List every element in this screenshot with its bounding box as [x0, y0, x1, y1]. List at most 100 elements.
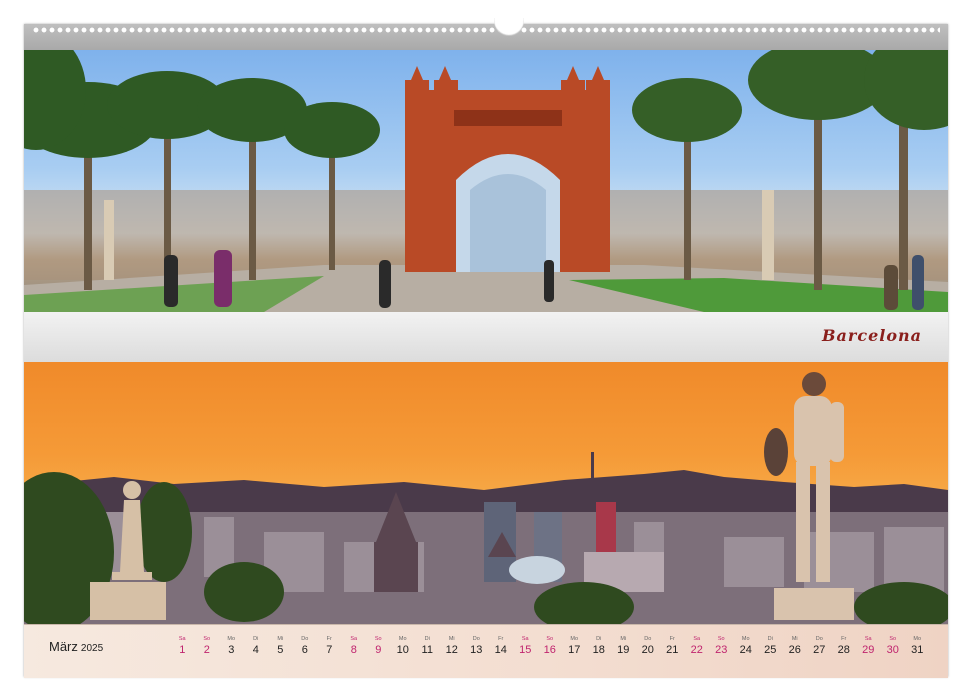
- day-of-week: Di: [596, 636, 602, 642]
- day-of-week: Mo: [398, 636, 407, 642]
- day-cell: Mi 12: [440, 635, 465, 665]
- day-number: 18: [592, 644, 605, 656]
- day-cell: So 9: [366, 635, 391, 665]
- day-of-week: Mi: [277, 636, 284, 642]
- day-of-week: Sa: [350, 636, 358, 642]
- day-cell: Do 27: [807, 635, 832, 665]
- day-of-week: Fr: [841, 636, 847, 642]
- day-cell: Mo 24: [734, 635, 759, 665]
- day-cell: Do 6: [293, 635, 318, 665]
- city-caption: Barcelona: [822, 326, 922, 345]
- day-of-week: Sa: [864, 636, 872, 642]
- day-cell: Fr 7: [317, 635, 342, 665]
- day-number: 13: [470, 644, 483, 656]
- day-cell: Fr 21: [660, 635, 685, 665]
- day-number: 1: [179, 644, 186, 656]
- day-number: 22: [690, 644, 703, 656]
- day-number: 5: [277, 644, 284, 656]
- day-number: 26: [788, 644, 801, 656]
- day-of-week: Mo: [741, 636, 750, 642]
- day-cell: Sa 15: [513, 635, 538, 665]
- day-cell: Mi 26: [783, 635, 808, 665]
- day-number: 21: [666, 644, 679, 656]
- day-of-week: So: [889, 636, 897, 642]
- day-of-week: Fr: [669, 636, 675, 642]
- day-cell: Sa 29: [856, 635, 881, 665]
- day-number: 25: [764, 644, 777, 656]
- day-cell: So 30: [881, 635, 906, 665]
- day-number: 17: [568, 644, 581, 656]
- day-cell: Di 25: [758, 635, 783, 665]
- day-of-week: Do: [644, 636, 652, 642]
- day-number: 16: [543, 644, 556, 656]
- day-number: 10: [396, 644, 409, 656]
- day-number: 2: [203, 644, 210, 656]
- day-of-week: Mi: [448, 636, 455, 642]
- day-cell: Sa 8: [342, 635, 367, 665]
- day-cell: Mo 17: [562, 635, 587, 665]
- day-cell: Di 11: [415, 635, 440, 665]
- day-cell: Mo 3: [219, 635, 244, 665]
- day-of-week: Do: [301, 636, 309, 642]
- day-of-week: Sa: [693, 636, 701, 642]
- day-number: 31: [911, 644, 924, 656]
- binding-holes: [32, 26, 940, 34]
- day-of-week: Di: [253, 636, 259, 642]
- day-number: 7: [326, 644, 333, 656]
- month-name: März: [49, 639, 78, 654]
- day-of-week: Fr: [326, 636, 332, 642]
- day-number: 6: [301, 644, 308, 656]
- day-number: 15: [519, 644, 532, 656]
- day-number: 3: [228, 644, 235, 656]
- day-of-week: So: [546, 636, 554, 642]
- day-cell: Do 13: [464, 635, 489, 665]
- day-of-week: Di: [424, 636, 430, 642]
- spiral-binding: [24, 18, 948, 50]
- arc-de-triomf-illustration: [24, 50, 948, 312]
- day-number: 4: [252, 644, 259, 656]
- day-of-week: Mi: [620, 636, 627, 642]
- day-of-week: Sa: [521, 636, 529, 642]
- calendar-page: Barcelona März 2025 Sa 1 So 2 Mo 3 Di 4 …: [0, 0, 971, 700]
- day-cell: Do 20: [636, 635, 661, 665]
- day-cell: Mo 31: [905, 635, 930, 665]
- day-number: 8: [350, 644, 357, 656]
- day-cell: Di 4: [244, 635, 269, 665]
- day-number: 29: [862, 644, 875, 656]
- day-cell: So 2: [195, 635, 220, 665]
- day-number: 30: [886, 644, 899, 656]
- day-number: 24: [739, 644, 752, 656]
- photo-arc-de-triomf: [24, 50, 948, 312]
- day-number: 20: [641, 644, 654, 656]
- day-of-week: Mo: [570, 636, 579, 642]
- day-of-week: So: [203, 636, 211, 642]
- day-number: 19: [617, 644, 630, 656]
- day-number: 23: [715, 644, 728, 656]
- day-number: 12: [445, 644, 458, 656]
- photo-barcelona-sunset: [24, 362, 948, 624]
- day-number: 11: [421, 644, 433, 656]
- day-of-week: Do: [472, 636, 480, 642]
- day-number: 28: [837, 644, 850, 656]
- day-cell: Di 18: [587, 635, 612, 665]
- day-cell: Fr 28: [832, 635, 857, 665]
- day-of-week: Di: [767, 636, 773, 642]
- day-cell: So 16: [538, 635, 563, 665]
- sunset-panorama-illustration: [24, 372, 948, 624]
- day-cell: Fr 14: [489, 635, 514, 665]
- day-cell: Sa 22: [685, 635, 710, 665]
- day-cell: Mi 5: [268, 635, 293, 665]
- day-of-week: Fr: [498, 636, 504, 642]
- day-of-week: Sa: [178, 636, 186, 642]
- calendar-strip: März 2025 Sa 1 So 2 Mo 3 Di 4 Mi 5 Do 6 Fr 7 Sa 8 So 9 Mo 10…: [24, 624, 948, 678]
- day-of-week: Do: [815, 636, 823, 642]
- day-cell: Mo 10: [391, 635, 416, 665]
- day-of-week: Mo: [913, 636, 922, 642]
- day-cell: Sa 1: [170, 635, 195, 665]
- day-cell: Mi 19: [611, 635, 636, 665]
- day-number: 27: [813, 644, 826, 656]
- day-grid: Sa 1 So 2 Mo 3 Di 4 Mi 5 Do 6 Fr 7 Sa 8 So 9 Mo 10 Di 11 Mi 12 D…: [170, 635, 930, 665]
- day-of-week: Mi: [791, 636, 798, 642]
- day-of-week: So: [717, 636, 725, 642]
- day-number: 14: [494, 644, 507, 656]
